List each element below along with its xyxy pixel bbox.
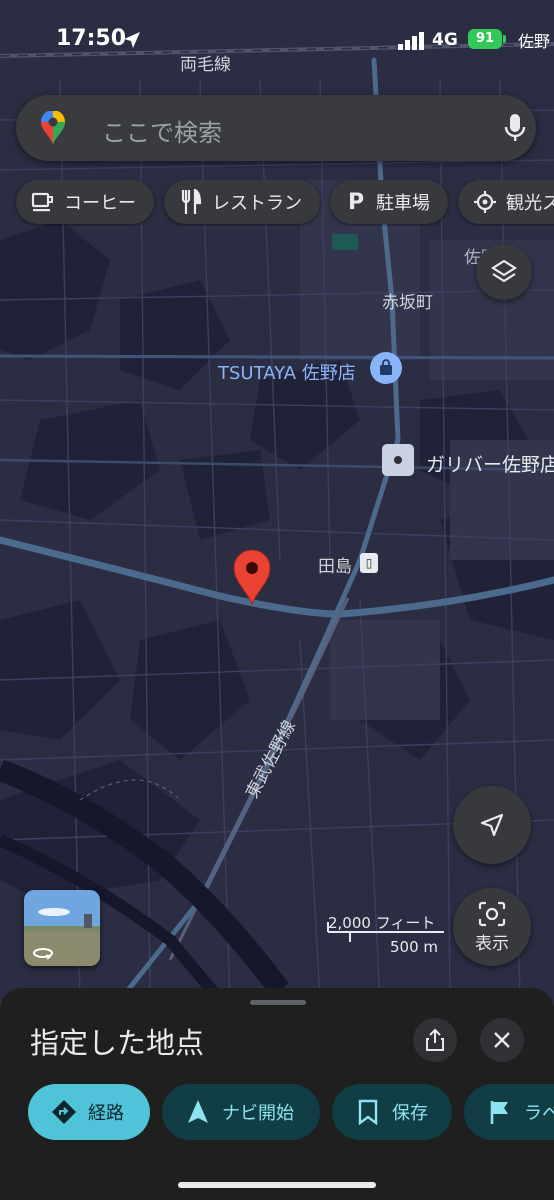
directions-label: 経路 [88,1103,124,1124]
share-icon [426,1028,444,1051]
shopping-bag-icon[interactable] [370,352,402,384]
my-location-button[interactable] [453,786,531,864]
save-button[interactable]: 保存 [332,1084,452,1140]
park-area [332,234,358,250]
search-input[interactable]: ここで検索 [102,113,222,148]
layers-button[interactable] [476,244,532,300]
place-bottom-sheet[interactable]: 指定した地点 経路 ナビ開始 保存 ラベ [0,988,554,1200]
share-button[interactable] [413,1018,457,1062]
bookmark-icon [354,1098,382,1126]
chip-restaurant-label: レストラン [212,193,302,214]
search-bar[interactable]: ここで検索 [16,95,536,161]
lens-view-button[interactable]: 表示 [453,888,531,966]
street-view-thumbnail[interactable] [24,890,100,966]
start-navigation-label: ナビ開始 [222,1103,294,1124]
google-maps-logo-icon [41,111,65,144]
home-indicator[interactable] [178,1182,376,1188]
label-label: ラベ [524,1103,554,1124]
chip-tourism-label: 観光ス [506,193,554,214]
lens-view-label: 表示 [475,933,509,954]
train-station-icon[interactable]: ▯ [360,553,378,573]
network-type: 4G [432,30,458,50]
rotate-360-icon [33,948,53,960]
signal-strength-icon [398,32,424,50]
close-icon [494,1032,510,1048]
action-buttons: 経路 ナビ開始 保存 ラベ [0,1084,554,1142]
chip-parking-label: 駐車場 [376,193,430,214]
scale-meters: 500 m [390,938,439,956]
tourism-icon [472,189,498,215]
chip-parking[interactable]: P 駐車場 [330,180,448,224]
chip-tourism[interactable]: 観光ス [458,180,554,224]
directions-button[interactable]: 経路 [28,1084,150,1140]
navigation-arrow-icon [480,813,504,837]
location-arrow-icon [124,32,140,48]
save-label: 保存 [392,1103,428,1124]
poi-label-tsutaya[interactable]: TSUTAYA 佐野店 [218,359,356,385]
battery-icon: 91 [468,29,506,49]
layers-icon [490,259,518,283]
microphone-icon[interactable] [504,113,526,143]
category-chips: コーヒー レストラン P 駐車場 観光ス [0,180,554,226]
label-button[interactable]: ラベ [464,1084,554,1140]
map-scale: 2,000 フィート 500 m [326,910,446,960]
label-flag-icon [486,1098,514,1126]
close-button[interactable] [480,1018,524,1062]
directions-icon [50,1098,78,1126]
chip-coffee[interactable]: コーヒー [16,180,154,224]
start-navigation-button[interactable]: ナビ開始 [162,1084,320,1140]
place-title: 指定した地点 [30,1026,205,1060]
station-label-tajima[interactable]: 田島 [318,552,352,577]
sheet-drag-handle[interactable] [250,1000,306,1005]
parking-icon: P [347,189,365,215]
status-bar: 17:50 4G 91 佐野 [0,0,554,80]
battery-level: 91 [475,31,495,46]
poi-square-icon[interactable] [382,444,414,476]
camera-lens-icon [478,901,506,926]
chip-restaurant[interactable]: レストラン [164,180,320,224]
poi-label-gulliver[interactable]: ガリバー佐野店 [426,450,554,477]
restaurant-icon [178,189,204,215]
district-label-akasaka: 赤坂町 [382,293,433,313]
coffee-icon [30,189,56,215]
navigation-icon [184,1098,212,1126]
status-area-label: 佐野 [518,32,551,51]
status-time: 17:50 [56,26,127,51]
chip-coffee-label: コーヒー [64,193,136,214]
